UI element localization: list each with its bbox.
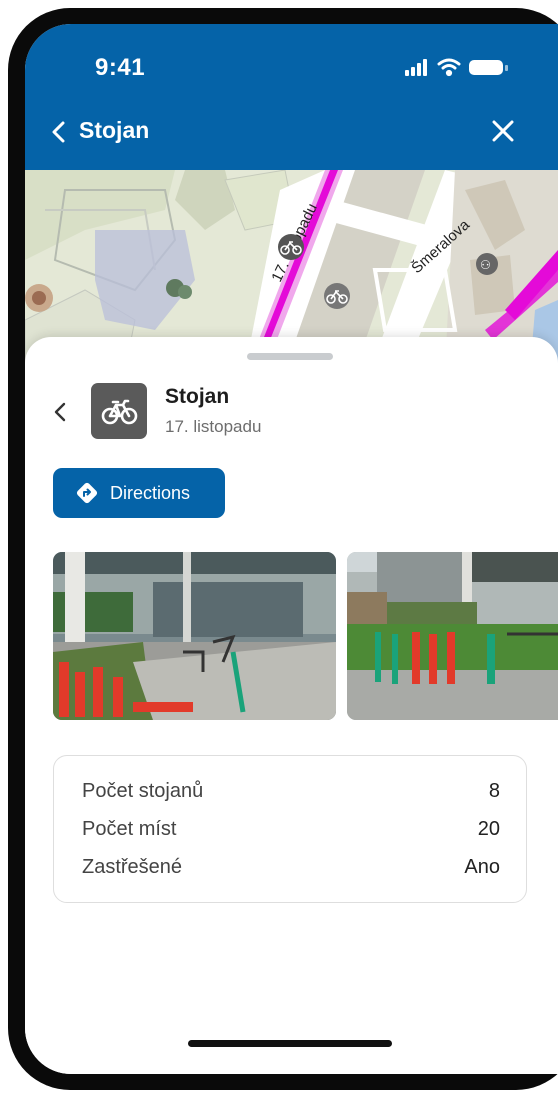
info-label: Zastřešené xyxy=(82,856,183,878)
svg-text:⚇: ⚇ xyxy=(480,258,491,272)
info-label: Počet míst xyxy=(82,818,177,840)
bicycle-icon xyxy=(101,399,138,425)
directions-icon xyxy=(76,482,98,504)
close-icon[interactable] xyxy=(491,119,515,143)
map-marker-bike-2[interactable] xyxy=(324,283,350,309)
sheet-handle[interactable] xyxy=(247,353,333,360)
signal-icon xyxy=(405,59,427,76)
status-icons xyxy=(405,58,508,77)
info-row-stands: Počet stojanů 8 xyxy=(82,780,500,808)
detail-sheet: Stojan 17. listopadu Directions Počet st… xyxy=(25,337,558,1074)
home-indicator[interactable] xyxy=(188,1040,392,1047)
place-title: Stojan xyxy=(165,385,230,408)
top-bar: 9:41 Stojan xyxy=(25,24,558,170)
info-row-spaces: Počet míst 20 xyxy=(82,818,500,846)
place-subtitle: 17. listopadu xyxy=(165,417,262,436)
info-label: Počet stojanů xyxy=(82,780,204,802)
map-marker-bike-1[interactable] xyxy=(278,234,304,260)
photo-1-image xyxy=(53,552,336,720)
sheet-back-icon[interactable] xyxy=(53,401,67,423)
screen: 9:41 Stojan ⚇ 17. listopadu Šmeralova St… xyxy=(25,24,558,1074)
place-type-icon xyxy=(91,383,147,439)
directions-label: Directions xyxy=(110,483,191,503)
photo-1[interactable] xyxy=(53,552,336,720)
nav-title: Stojan xyxy=(79,117,150,143)
back-icon[interactable] xyxy=(49,120,69,144)
photo-2-image xyxy=(347,552,558,720)
photo-2[interactable] xyxy=(347,552,558,720)
info-card: Počet stojanů 8 Počet míst 20 Zastřešené… xyxy=(53,755,527,903)
info-value: Ano xyxy=(464,856,500,878)
info-row-covered: Zastřešené Ano xyxy=(82,856,500,884)
info-value: 8 xyxy=(488,780,500,802)
directions-button[interactable]: Directions xyxy=(53,468,225,518)
info-value: 20 xyxy=(477,818,500,840)
status-time: 9:41 xyxy=(95,54,146,81)
battery-icon xyxy=(469,60,508,75)
wifi-icon xyxy=(437,58,461,77)
